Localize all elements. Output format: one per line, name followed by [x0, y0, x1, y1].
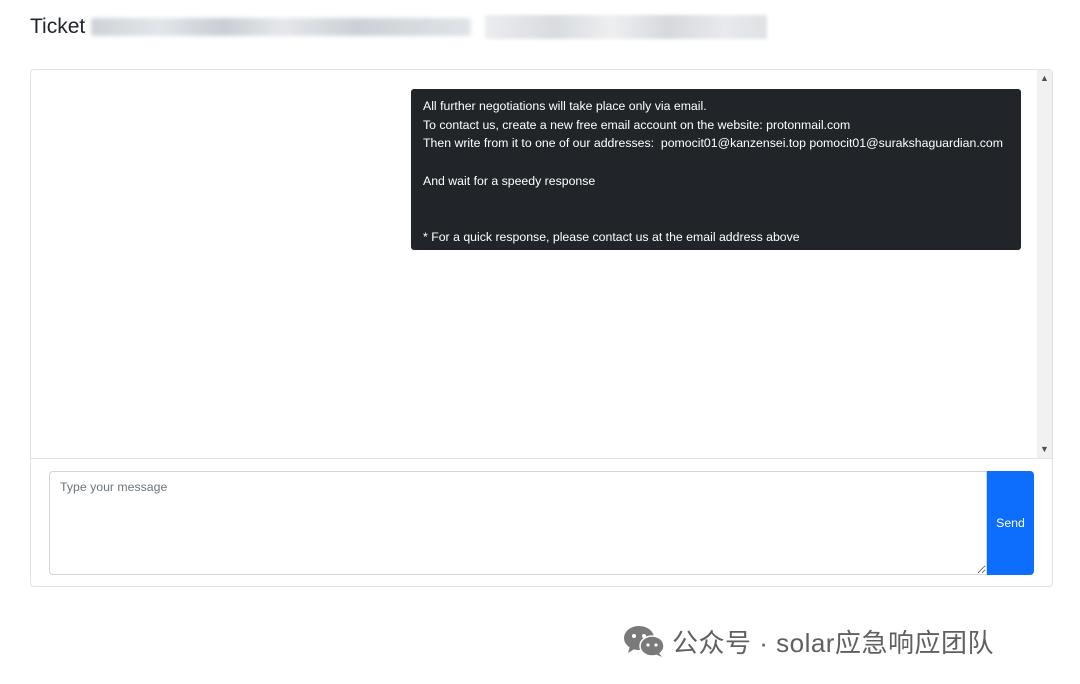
- scroll-down-arrow-icon[interactable]: ▼: [1037, 442, 1052, 457]
- message-line: To contact us, create a new free email a…: [423, 117, 851, 132]
- watermark-text: 公众号 · solar应急响应团队: [672, 627, 994, 658]
- message-line: [423, 191, 1009, 210]
- messages-scrollbar[interactable]: ▲ ▼: [1037, 70, 1052, 458]
- chat-panel: All further negotiations will take place…: [30, 69, 1053, 587]
- messages-area[interactable]: All further negotiations will take place…: [31, 70, 1052, 458]
- ticket-extra-redacted: [485, 15, 768, 39]
- ticket-title: Ticket: [30, 15, 86, 38]
- send-button[interactable]: Send: [987, 471, 1034, 575]
- watermark: 公众号 · solar应急响应团队: [622, 622, 994, 660]
- ticket-id-redacted: [91, 18, 472, 36]
- message-line: All further negotiations will take place…: [423, 99, 707, 113]
- wechat-icon: [624, 626, 665, 657]
- ticket-header: Ticket: [30, 12, 768, 42]
- message-composer: Send: [31, 458, 1052, 586]
- message-bubble: All further negotiations will take place…: [411, 89, 1021, 250]
- message-line: [423, 209, 1009, 228]
- message-line: [423, 153, 1009, 172]
- scroll-up-arrow-icon[interactable]: ▲: [1037, 71, 1052, 86]
- message-line: And wait for a speedy response: [423, 173, 596, 188]
- message-line: * For a quick response, please contact u…: [423, 229, 800, 244]
- message-line: Then write from it to one of our address…: [423, 136, 1003, 151]
- message-input[interactable]: [49, 471, 987, 575]
